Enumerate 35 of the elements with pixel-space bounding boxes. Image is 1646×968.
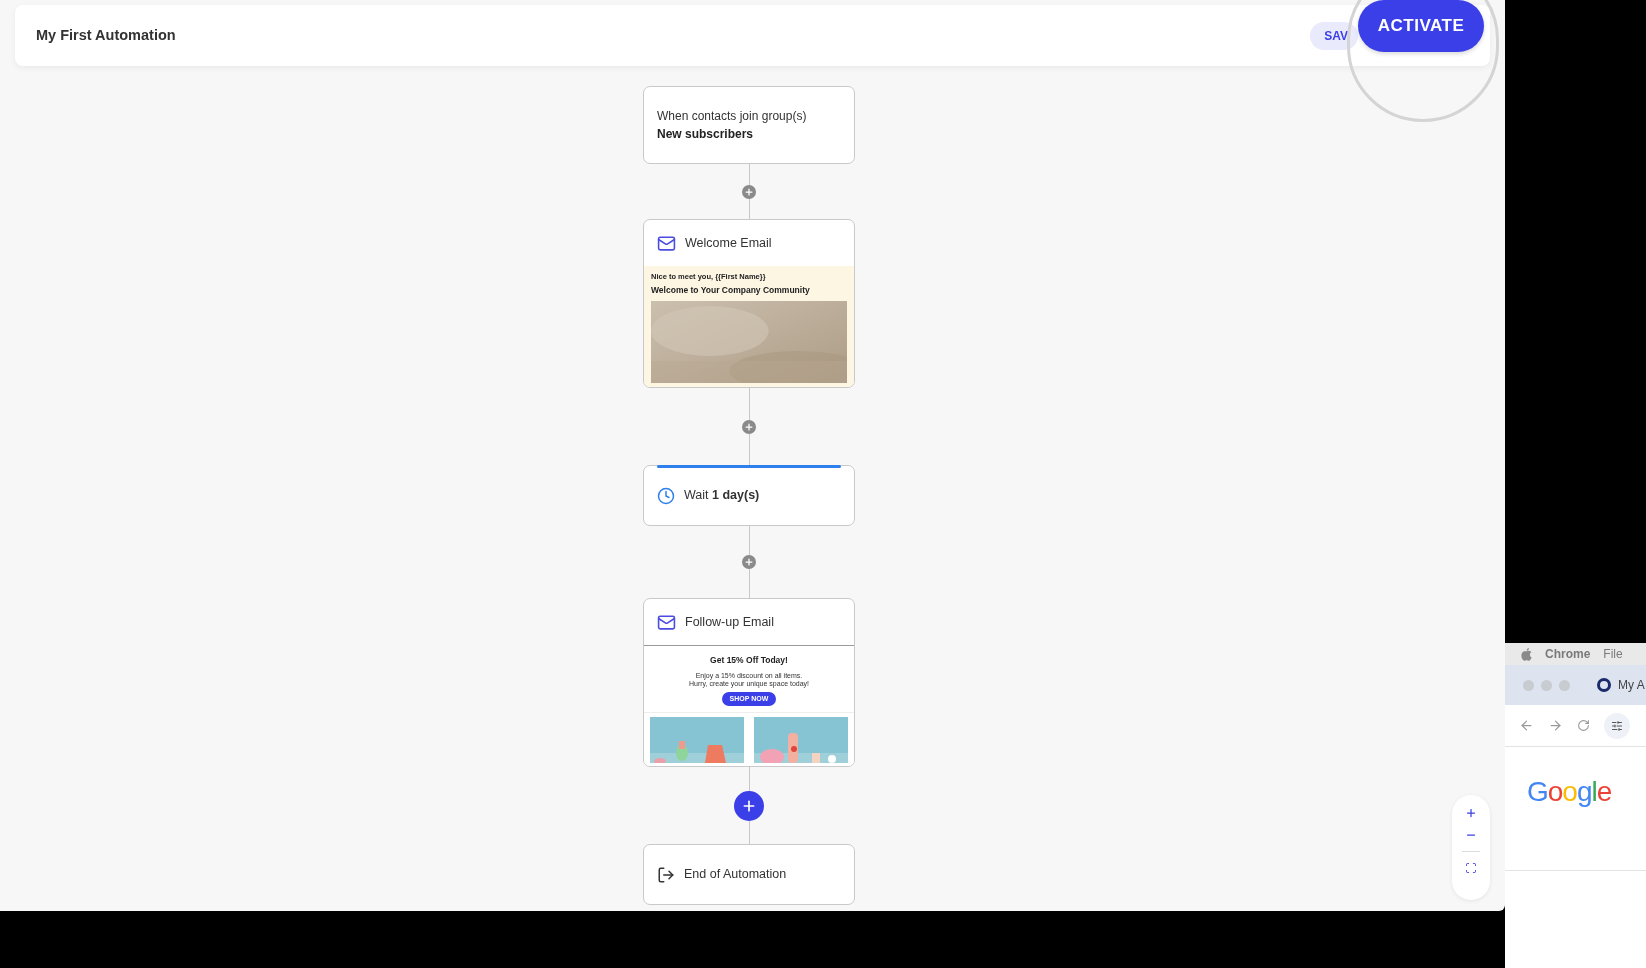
trigger-group: New subscribers [657, 125, 841, 143]
mail-icon [657, 612, 676, 632]
automation-title: My First Automation [36, 25, 176, 45]
trigger-card[interactable]: When contacts join group(s) New subscribers [643, 86, 855, 164]
add-step-button[interactable] [734, 790, 764, 821]
back-icon[interactable] [1519, 718, 1534, 733]
clock-icon [657, 486, 675, 505]
fit-view-icon[interactable] [1465, 862, 1477, 874]
exit-icon [657, 865, 675, 884]
browser-tab[interactable]: My A [1597, 676, 1645, 694]
tab-icon [1597, 678, 1611, 692]
sliders-icon [1611, 719, 1623, 732]
add-step-button[interactable] [742, 184, 756, 199]
mail-icon [657, 233, 676, 253]
activate-button[interactable]: ACTIVATE [1358, 0, 1484, 52]
site-settings-button[interactable] [1604, 712, 1630, 739]
menu-item[interactable]: File [1603, 645, 1623, 663]
end-step-card[interactable]: End of Automation [643, 844, 855, 905]
wait-label: Wait 1 day(s) [684, 487, 760, 505]
forward-icon[interactable] [1548, 718, 1563, 733]
wait-step-card[interactable]: Wait 1 day(s) [643, 465, 855, 526]
menu-item[interactable]: Chrome [1545, 645, 1591, 663]
step-title: Welcome Email [685, 234, 772, 252]
zoom-in-icon[interactable] [1465, 807, 1477, 819]
trigger-condition: When contacts join group(s) [657, 108, 808, 125]
save-button[interactable]: SAV [1310, 21, 1358, 50]
add-step-button[interactable] [742, 419, 756, 434]
step-title: Follow-up Email [685, 613, 774, 631]
add-step-button[interactable] [742, 555, 756, 569]
email-headline: Get 15% Off Today! [710, 654, 788, 667]
email-headline: Welcome to Your Company Community [651, 284, 811, 297]
apple-icon [1521, 647, 1532, 661]
google-logo: Google [1527, 775, 1612, 809]
step-title: End of Automation [684, 866, 787, 884]
reload-icon[interactable] [1577, 719, 1590, 732]
